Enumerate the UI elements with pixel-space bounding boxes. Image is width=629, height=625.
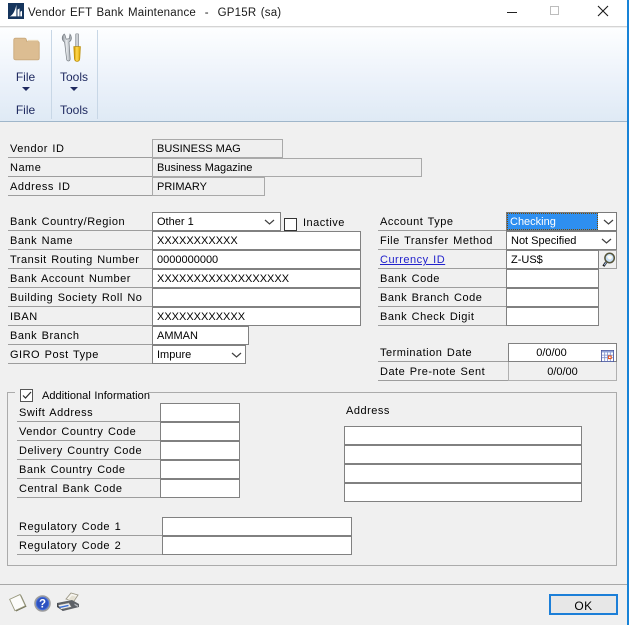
svg-text:?: ? <box>39 599 46 611</box>
